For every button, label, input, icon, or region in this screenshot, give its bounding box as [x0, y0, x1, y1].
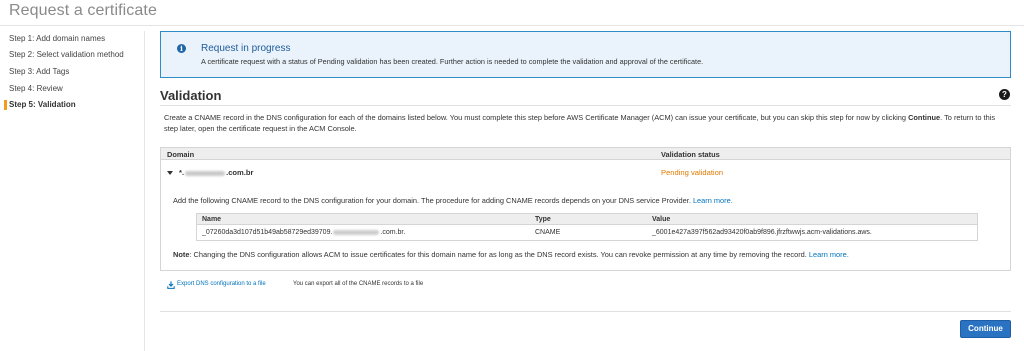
note-label: Note	[173, 250, 190, 259]
record-header-name: Name	[202, 215, 222, 223]
info-banner-text: A certificate request with a status of P…	[201, 57, 704, 66]
record-name-value[interactable]: _07260da3d107d51b49ab58729ed39709. .com.b…	[202, 229, 405, 236]
wizard-steps: Step 1: Add domain names Step 2: Select …	[0, 31, 145, 351]
export-dns-configuration-link[interactable]: Export DNS configuration to a file	[177, 281, 266, 287]
help-icon[interactable]: ?	[999, 89, 1010, 100]
record-table-header: Name Type Value	[197, 214, 977, 225]
record-header-value: Value	[652, 215, 671, 223]
download-icon[interactable]	[167, 281, 175, 289]
continue-emphasis: Continue	[908, 113, 941, 122]
domain-validation-table: Domain Validation status *. .com.br Pendi…	[160, 147, 1011, 271]
table-header: Domain Validation status	[161, 148, 1010, 160]
cname-record-table: Name Type Value _07260da3d107d51b49ab587…	[196, 213, 978, 241]
learn-more-link[interactable]: Learn more.	[693, 196, 733, 205]
title-divider	[0, 25, 1024, 26]
cname-instructions: Add the following CNAME record to the DN…	[173, 196, 733, 205]
validation-status-badge: Pending validation	[661, 168, 724, 177]
footer-divider	[160, 311, 1011, 312]
page-title: Request a certificate	[9, 2, 157, 19]
export-hint-text: You can export all of the CNAME records …	[293, 281, 424, 287]
step-5-validation: Step 5: Validation	[9, 100, 76, 109]
expand-collapse-caret-icon[interactable]	[167, 171, 173, 175]
record-header-type: Type	[535, 215, 551, 223]
validation-description: Create a CNAME record in the DNS configu…	[164, 113, 996, 133]
step-4-review[interactable]: Step 4: Review	[9, 84, 63, 93]
section-title-validation: Validation	[160, 88, 222, 103]
redacted-text	[333, 229, 380, 235]
redacted-text	[185, 170, 226, 176]
note-learn-more-link[interactable]: Learn more.	[809, 250, 849, 259]
column-header-validation-status: Validation status	[661, 150, 720, 159]
info-banner-title: Request in progress	[201, 43, 291, 54]
step-2-select-validation-method[interactable]: Step 2: Select validation method	[9, 50, 124, 59]
continue-button[interactable]: Continue	[960, 320, 1011, 338]
section-divider	[160, 105, 1011, 106]
domain-name: *. .com.br	[179, 168, 254, 177]
record-type-value[interactable]: CNAME	[535, 229, 560, 236]
column-header-domain: Domain	[167, 150, 195, 159]
info-banner: i Request in progress A certificate requ…	[160, 31, 1011, 78]
step-3-add-tags[interactable]: Step 3: Add Tags	[9, 67, 69, 76]
active-step-indicator	[4, 100, 7, 110]
dns-note: Note: Changing the DNS configuration all…	[173, 250, 849, 259]
step-1-add-domain-names[interactable]: Step 1: Add domain names	[9, 34, 105, 43]
record-value-value[interactable]: _6001e427a397f562ad93420f0ab9f896.jfrzft…	[652, 229, 872, 236]
info-icon: i	[177, 44, 186, 53]
